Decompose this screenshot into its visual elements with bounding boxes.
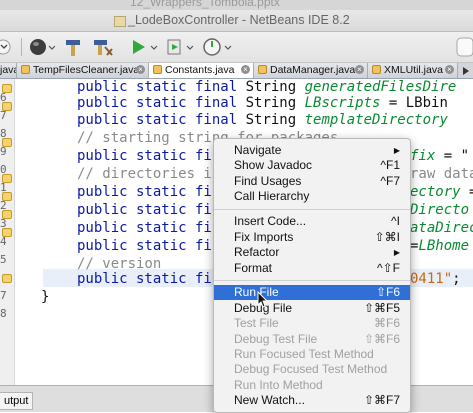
shortcut: ^F1 (380, 158, 400, 172)
shortcut: ⇧⌘I (374, 230, 400, 244)
java-file-icon (153, 65, 162, 74)
window-title-bar: _LodeBoxController - NetBeans IDE 8.2 (0, 10, 473, 32)
menu-item-call-hierarchy[interactable]: Call Hierarchy (214, 189, 410, 204)
code-line-tail: 0411"; (410, 271, 461, 287)
hammer-icon[interactable] (63, 35, 83, 59)
code-line: public static final String LBscripts = L… (77, 95, 448, 111)
main-toolbar (0, 32, 473, 63)
code-line: public static final String templateDirec… (77, 112, 448, 128)
java-file-icon (372, 65, 381, 74)
code-line: public static fi (77, 202, 212, 218)
shortcut: ⌘F6 (373, 316, 400, 330)
tab-output[interactable]: utput (0, 392, 34, 410)
menu-item-debug-file[interactable]: Debug File ⇧⌘F5 (214, 301, 410, 316)
code-line: public static fi (77, 184, 212, 200)
shortcut: ⇧⌘F7 (363, 393, 400, 407)
project-icon (114, 16, 126, 27)
background-window-title: 12_Wrappers_Tombola.pptx (0, 0, 473, 10)
shortcut: ⇧⌘F5 (363, 301, 400, 315)
shortcut: ^I (391, 214, 400, 228)
line-number: 9 (0, 145, 7, 158)
code-comment-tail: raw data (410, 166, 473, 182)
tab-constants[interactable]: Constants.java × (149, 63, 254, 78)
code-comment: // directories i (77, 166, 212, 182)
mouse-cursor-icon (257, 291, 269, 308)
menu-item-insert-code[interactable]: Insert Code... ^I (214, 214, 410, 229)
menu-item-test-file: Test File ⌘F6 (234, 316, 400, 330)
menu-item-run-focused-test-method: Run Focused Test Method (234, 347, 374, 361)
toolbar-separator (21, 38, 22, 56)
code-line-tail: =LBhome (410, 238, 470, 254)
tab-datamanager[interactable]: DataManager.java × (254, 63, 368, 78)
menu-item-refactor[interactable]: Refactor ▶ (214, 245, 410, 260)
menu-item-debug-test-file: Debug Test File ⇧⌘F6 (234, 332, 400, 346)
shortcut: ^F7 (380, 174, 400, 188)
tab-label: XMLUtil.java (384, 64, 443, 76)
menu-item-show-javadoc[interactable]: Show Javadoc ^F1 (214, 158, 410, 173)
tab-label: TempFilesCleaner.java (33, 64, 140, 76)
shortcut: ^⇧F (376, 261, 400, 275)
line-number: 5 (0, 253, 7, 266)
menu-item-fix-imports[interactable]: Fix Imports ⇧⌘I (214, 230, 410, 245)
menu-separator (214, 209, 410, 210)
menu-item-run-file[interactable]: Run File ⇧F6 (214, 285, 410, 300)
run-icon[interactable] (129, 35, 159, 59)
globe-icon[interactable] (27, 35, 55, 59)
line-number: 4 (0, 235, 7, 248)
search-toolbar-icon[interactable] (455, 35, 473, 59)
submenu-arrow-icon: ▶ (393, 146, 400, 155)
debug-icon[interactable] (165, 35, 195, 59)
menu-item-find-usages[interactable]: Find Usages ^F7 (214, 174, 410, 189)
close-tab-icon[interactable]: × (241, 65, 250, 74)
menu-item-navigate[interactable]: Navigate ▶ (214, 143, 410, 158)
menu-item-run-into-method: Run Into Method (234, 378, 323, 392)
code-line: public static fi (77, 238, 212, 254)
menu-item-new-watch[interactable]: New Watch... ⇧⌘F7 (214, 393, 410, 408)
tab-label: DataManager.java (270, 64, 356, 76)
code-line-tail: ataDirec (410, 220, 473, 236)
line-number: 7 (0, 289, 7, 302)
background-window-title-text: 12_Wrappers_Tombola.pptx (130, 0, 280, 9)
tab-xmlutil[interactable]: XMLUtil.java × (368, 63, 458, 78)
shortcut: ⇧⌘F6 (363, 332, 400, 346)
menu-separator (214, 280, 410, 281)
menu-item-format[interactable]: Format ^⇧F (214, 261, 410, 276)
code-line-tail: fix = " (410, 148, 470, 164)
code-line: public static fi (77, 220, 212, 236)
line-number-gutter: 6 7 8 9 0 1 2 3 4 5 7 8 (0, 79, 15, 385)
menu-item-debug-focused-test-method: Debug Focused Test Method (234, 362, 388, 376)
close-tab-icon[interactable]: × (355, 65, 364, 74)
code-line: public static fi (77, 148, 212, 164)
code-line-tail: ectory = (410, 184, 473, 200)
code-line-tail: Directo (410, 202, 470, 218)
tab-tempfilescleaner[interactable]: TempFilesCleaner.java × (17, 63, 149, 78)
submenu-arrow-icon: ▶ (393, 248, 400, 257)
editor-tabs: java TempFilesCleaner.java × Constants.j… (0, 63, 473, 79)
window-title: _LodeBoxController - NetBeans IDE 8.2 (128, 13, 350, 27)
tab-label: java (0, 64, 16, 76)
shortcut: ⇧F6 (375, 285, 400, 299)
tab-java[interactable]: java (0, 63, 17, 78)
java-file-icon (258, 65, 267, 74)
java-file-icon (21, 65, 30, 74)
code-line: public static fi (77, 271, 212, 287)
profile-icon[interactable] (201, 35, 233, 59)
tab-scroll-right-icon[interactable] (460, 65, 472, 77)
toolbar-left-edge-icon[interactable] (0, 35, 16, 59)
code-closing-brace: } (41, 289, 50, 305)
close-tab-icon[interactable]: × (445, 65, 454, 74)
close-tab-icon[interactable]: × (136, 65, 145, 74)
editor-context-menu: Navigate ▶ Show Javadoc ^F1 Find Usages ^F7… (213, 138, 411, 413)
clean-build-icon[interactable] (92, 35, 114, 59)
tab-label: Constants.java (165, 64, 235, 76)
line-number: 8 (0, 307, 7, 320)
line-number: 7 (0, 109, 7, 122)
override-marker-icon (2, 274, 12, 283)
